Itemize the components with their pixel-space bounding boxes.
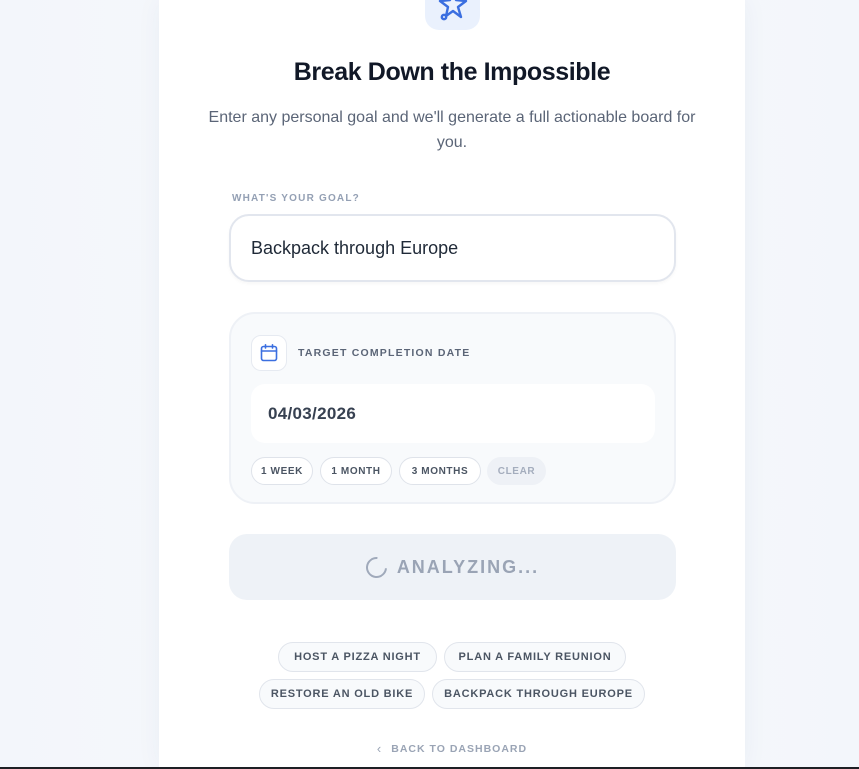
target-date-label: TARGET COMPLETION DATE (298, 347, 471, 359)
suggestion-chip[interactable]: RESTORE AN OLD BIKE (259, 679, 425, 709)
preset-3-months-button[interactable]: 3 MONTHS (399, 457, 481, 485)
target-date-panel: TARGET COMPLETION DATE 04/03/2026 1 WEEK… (229, 312, 676, 504)
goal-label: WHAT'S YOUR GOAL? (232, 193, 360, 204)
back-link-label: BACK TO DASHBOARD (391, 743, 528, 755)
loading-spinner-icon (361, 552, 392, 582)
sparkle-plane-icon (438, 0, 467, 21)
clear-date-button[interactable]: CLEAR (487, 457, 546, 485)
logo-tile (425, 0, 480, 30)
target-date-input[interactable]: 04/03/2026 (251, 384, 655, 443)
suggestion-chip[interactable]: BACKPACK THROUGH EUROPE (432, 679, 645, 709)
page: Break Down the Impossible Enter any pers… (0, 0, 859, 769)
suggestion-chip[interactable]: HOST A PIZZA NIGHT (278, 642, 437, 672)
preset-1-week-button[interactable]: 1 WEEK (251, 457, 313, 485)
analyze-button-label: ANALYZING... (396, 556, 540, 577)
goal-input[interactable] (229, 214, 676, 282)
back-to-dashboard-link[interactable]: ‹ BACK TO DASHBOARD (159, 741, 745, 757)
page-title: Break Down the Impossible (293, 58, 611, 86)
preset-1-month-button[interactable]: 1 MONTH (320, 457, 392, 485)
page-subtitle: Enter any personal goal and we'll genera… (208, 109, 696, 151)
calendar-tile (251, 335, 287, 371)
suggestion-chip[interactable]: PLAN A FAMILY REUNION (444, 642, 626, 672)
analyze-button[interactable]: ANALYZING... (229, 534, 676, 600)
goal-card: Break Down the Impossible Enter any pers… (159, 0, 745, 767)
calendar-icon (260, 343, 278, 362)
chevron-left-icon: ‹ (376, 741, 382, 756)
